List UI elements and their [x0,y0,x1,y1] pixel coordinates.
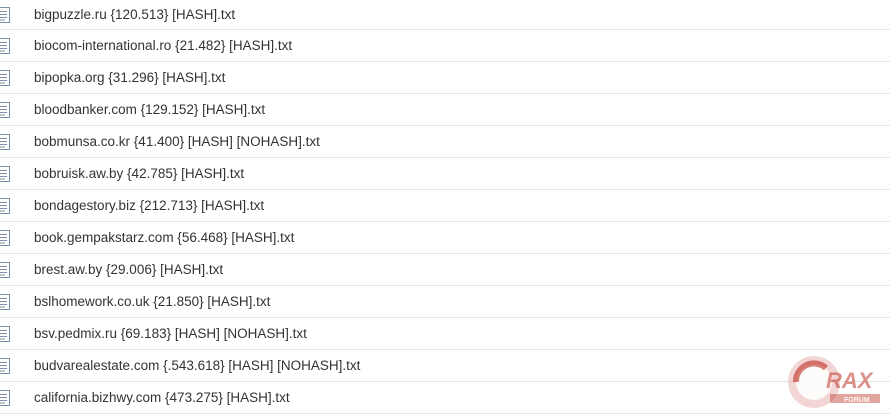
file-name[interactable]: book.gempakstarz.com {56.468} [HASH].txt [34,230,294,245]
svg-text:RAX: RAX [826,368,874,393]
text-file-icon [0,197,10,214]
file-list: bigpuzzle.ru {120.513} [HASH].txt biocom-… [0,0,890,414]
file-name[interactable]: bipopka.org {31.296} [HASH].txt [34,70,225,85]
file-row[interactable]: bslhomework.co.uk {21.850} [HASH].txt [0,286,890,318]
text-file-icon [0,389,10,406]
file-row[interactable]: bigpuzzle.ru {120.513} [HASH].txt [0,0,890,30]
file-name[interactable]: bsv.pedmix.ru {69.183} [HASH] [NOHASH].t… [34,326,307,341]
file-row[interactable]: book.gempakstarz.com {56.468} [HASH].txt [0,222,890,254]
file-row[interactable]: bobruisk.aw.by {42.785} [HASH].txt [0,158,890,190]
file-name[interactable]: biocom-international.ro {21.482} [HASH].… [34,38,292,53]
svg-text:FORUM: FORUM [844,397,870,404]
text-file-icon [0,6,10,23]
file-name[interactable]: bloodbanker.com {129.152} [HASH].txt [34,102,265,117]
file-row[interactable]: bsv.pedmix.ru {69.183} [HASH] [NOHASH].t… [0,318,890,350]
file-name[interactable]: bobmunsa.co.kr {41.400} [HASH] [NOHASH].… [34,134,320,149]
text-file-icon [0,101,10,118]
text-file-icon [0,229,10,246]
text-file-icon [0,165,10,182]
crax-logo-icon: RAX FORUM [788,356,880,408]
file-row[interactable]: biocom-international.ro {21.482} [HASH].… [0,30,890,62]
file-row[interactable]: bondagestory.biz {212.713} [HASH].txt [0,190,890,222]
file-row[interactable]: bipopka.org {31.296} [HASH].txt [0,62,890,94]
file-name[interactable]: bigpuzzle.ru {120.513} [HASH].txt [34,7,235,22]
text-file-icon [0,325,10,342]
file-row[interactable]: bloodbanker.com {129.152} [HASH].txt [0,94,890,126]
text-file-icon [0,133,10,150]
file-name[interactable]: bslhomework.co.uk {21.850} [HASH].txt [34,294,270,309]
file-name[interactable]: bobruisk.aw.by {42.785} [HASH].txt [34,166,244,181]
text-file-icon [0,37,10,54]
text-file-icon [0,293,10,310]
file-name[interactable]: brest.aw.by {29.006} [HASH].txt [34,262,223,277]
text-file-icon [0,357,10,374]
crax-forum-watermark-logo: RAX FORUM [786,352,886,412]
file-name[interactable]: bondagestory.biz {212.713} [HASH].txt [34,198,264,213]
text-file-icon [0,261,10,278]
file-name[interactable]: california.bizhwy.com {473.275} [HASH].t… [34,390,290,405]
file-name[interactable]: budvarealestate.com {.543.618} [HASH] [N… [34,358,360,373]
text-file-icon [0,69,10,86]
file-row[interactable]: bobmunsa.co.kr {41.400} [HASH] [NOHASH].… [0,126,890,158]
file-row[interactable]: budvarealestate.com {.543.618} [HASH] [N… [0,350,890,382]
file-row[interactable]: brest.aw.by {29.006} [HASH].txt [0,254,890,286]
file-row[interactable]: california.bizhwy.com {473.275} [HASH].t… [0,382,890,414]
